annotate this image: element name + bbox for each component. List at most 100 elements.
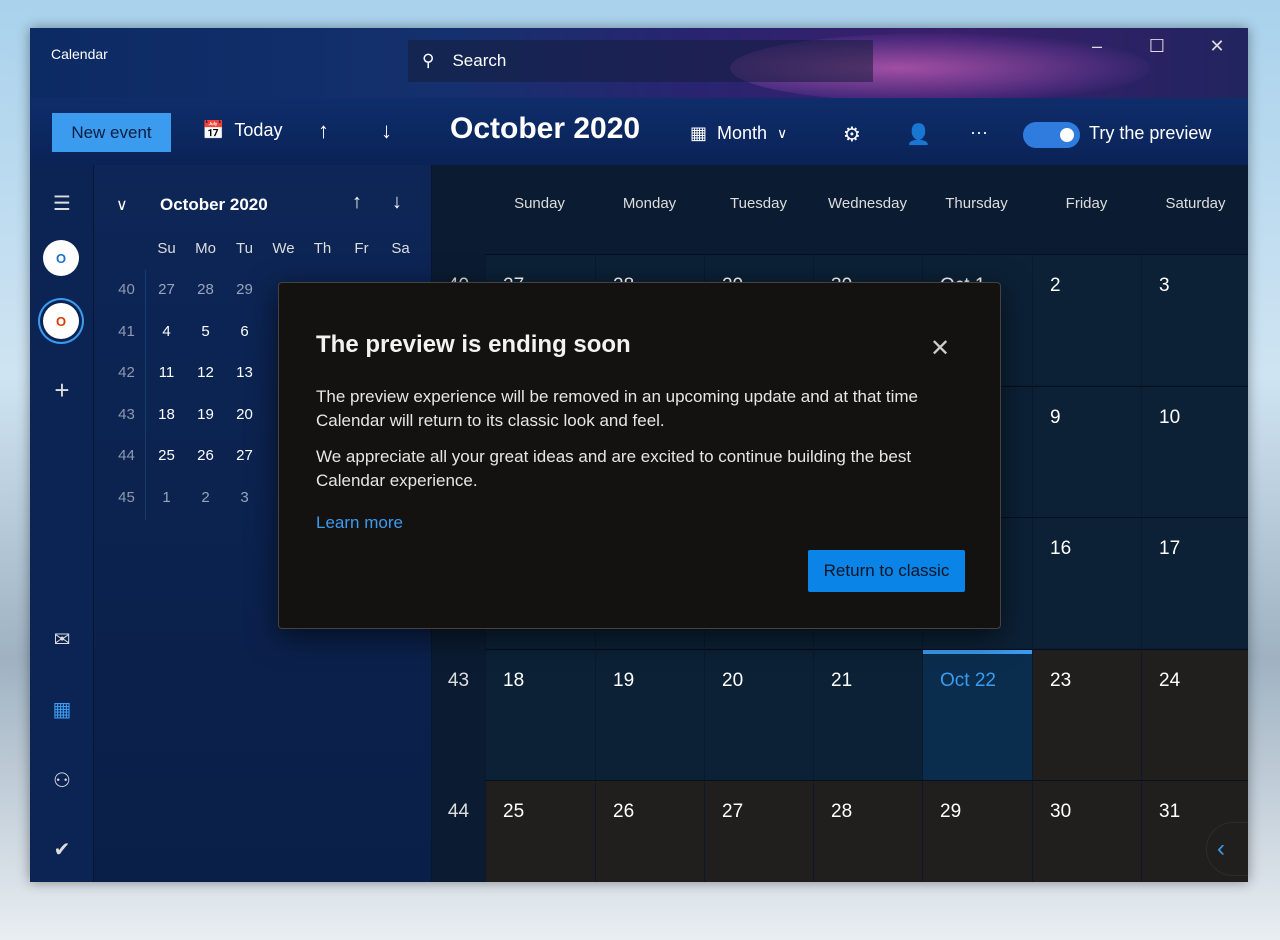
mini-day[interactable]: 4 <box>147 323 186 340</box>
preview-ending-dialog: The preview is ending soon ✕ The preview… <box>278 282 1001 629</box>
arrow-down-icon: ↓ <box>381 118 392 143</box>
week-number: 43 <box>447 669 470 691</box>
mini-day[interactable]: 11 <box>147 364 186 381</box>
today-icon: 📅 <box>202 120 225 140</box>
mini-day[interactable]: 27 <box>147 281 186 298</box>
day-cell[interactable]: 19 <box>595 648 704 780</box>
mail-icon[interactable]: ✉ <box>30 627 94 652</box>
mini-day[interactable]: 1 <box>147 489 186 506</box>
feedback-button[interactable]: 👤 <box>906 122 931 147</box>
day-cell[interactable]: 2 <box>1032 254 1141 385</box>
day-cell[interactable]: 30 <box>1032 780 1141 882</box>
dialog-title: The preview is ending soon <box>316 331 631 358</box>
left-rail: ☰ O O + ✉ ▦ ⚇ ✔ <box>30 165 94 882</box>
add-account-icon[interactable]: + <box>30 375 94 406</box>
search-box[interactable]: ⚲ Search <box>408 40 873 82</box>
weekday-header: Wednesday <box>828 195 907 212</box>
more-button[interactable]: ··· <box>970 122 988 143</box>
maximize-button[interactable]: ☐ <box>1137 36 1177 64</box>
current-month-title: October 2020 <box>450 112 641 145</box>
todo-icon[interactable]: ✔ <box>30 837 94 862</box>
day-cell[interactable]: 17 <box>1141 517 1248 648</box>
gear-icon: ⚙ <box>843 124 861 146</box>
mini-day[interactable]: 2 <box>186 489 225 506</box>
weekday-header: Monday <box>622 195 677 212</box>
day-cell[interactable]: 27 <box>704 780 813 882</box>
weekday-header: Tuesday <box>730 195 787 212</box>
feedback-icon: 👤 <box>906 124 931 146</box>
mini-day[interactable]: 18 <box>147 406 186 423</box>
mini-day[interactable]: 25 <box>147 447 186 464</box>
day-cell[interactable]: 28 <box>813 780 922 882</box>
calendar-window: Calendar ⚲ Search – ☐ ✕ New event 📅 Today… <box>30 28 1248 882</box>
day-cell[interactable]: 16 <box>1032 517 1141 648</box>
mini-day[interactable]: 12 <box>186 364 225 381</box>
menu-icon[interactable]: ☰ <box>30 191 94 216</box>
mini-day[interactable]: 20 <box>225 406 264 423</box>
mini-week-number: 40 <box>118 281 135 298</box>
day-cell[interactable]: 24 <box>1141 648 1248 780</box>
search-placeholder: Search <box>452 51 507 70</box>
previous-month-button[interactable]: ↑ <box>318 118 329 144</box>
mini-week-number: 41 <box>118 322 135 340</box>
day-cell[interactable]: 25 <box>485 780 595 882</box>
week-number: 44 <box>447 801 470 822</box>
view-selector[interactable]: ▦ Month ∨ <box>690 123 787 144</box>
day-cell[interactable]: Oct 22 <box>922 648 1032 780</box>
mini-weekday: Sa <box>391 240 410 257</box>
day-cell[interactable]: 10 <box>1141 385 1248 517</box>
weekday-header: Friday <box>1065 195 1108 212</box>
mini-week-number: 44 <box>118 447 135 464</box>
learn-more-link[interactable]: Learn more <box>316 513 403 533</box>
next-month-button[interactable]: ↓ <box>381 118 392 144</box>
day-cell[interactable]: 3 <box>1141 254 1248 385</box>
mini-weekday: Tu <box>236 240 253 257</box>
outlook-account-avatar[interactable]: O <box>43 240 79 276</box>
chevron-left-icon: ‹ <box>1217 835 1225 862</box>
mini-weekday: Th <box>313 240 332 257</box>
preview-label: Try the preview <box>1089 123 1212 143</box>
mini-day[interactable]: 13 <box>225 364 264 381</box>
mini-week-divider <box>145 270 146 520</box>
day-cell[interactable]: 26 <box>595 780 704 882</box>
weekday-header: Sunday <box>514 195 565 212</box>
mini-day[interactable]: 6 <box>225 323 264 340</box>
day-cell[interactable]: 21 <box>813 648 922 780</box>
settings-button[interactable]: ⚙ <box>843 122 861 147</box>
dialog-body-2: We appreciate all your great ideas and a… <box>316 447 912 490</box>
new-event-button[interactable]: New event <box>52 113 171 152</box>
mini-weekday: Su <box>157 240 176 257</box>
mini-day[interactable]: 29 <box>225 281 264 298</box>
preview-toggle[interactable] <box>1023 122 1080 148</box>
arrow-up-icon: ↑ <box>318 118 329 143</box>
mini-week-number: 45 <box>118 488 135 506</box>
dialog-close-button[interactable]: ✕ <box>930 334 950 363</box>
day-cell[interactable]: 20 <box>704 648 813 780</box>
people-icon[interactable]: ⚇ <box>30 768 94 793</box>
search-icon: ⚲ <box>422 51 435 70</box>
weekday-header: Thursday <box>945 195 1008 212</box>
mini-day[interactable]: 3 <box>225 489 264 506</box>
calendar-icon[interactable]: ▦ <box>30 697 94 722</box>
chevron-down-icon: ∨ <box>777 125 788 141</box>
mini-week-number: 43 <box>118 405 135 423</box>
day-cell[interactable]: 29 <box>922 780 1032 882</box>
minimize-button[interactable]: – <box>1077 36 1117 64</box>
mini-day[interactable]: 26 <box>186 447 225 464</box>
dialog-body-1: The preview experience will be removed i… <box>316 387 918 430</box>
day-cell[interactable]: 18 <box>485 648 595 780</box>
mini-day[interactable]: 28 <box>186 281 225 298</box>
mini-day[interactable]: 5 <box>186 323 225 340</box>
return-to-classic-button[interactable]: Return to classic <box>808 550 965 592</box>
today-button[interactable]: 📅 Today <box>202 120 282 141</box>
close-button[interactable]: ✕ <box>1197 36 1237 64</box>
office-account-avatar[interactable]: O <box>43 303 79 339</box>
day-cell[interactable]: 9 <box>1032 385 1141 517</box>
mini-weekday: Mo <box>195 240 216 257</box>
today-label: Today <box>234 120 283 140</box>
app-title: Calendar <box>51 46 108 62</box>
day-cell[interactable]: 23 <box>1032 648 1141 780</box>
mini-day[interactable]: 19 <box>186 406 225 423</box>
view-label: Month <box>717 123 768 143</box>
mini-day[interactable]: 27 <box>225 447 264 464</box>
